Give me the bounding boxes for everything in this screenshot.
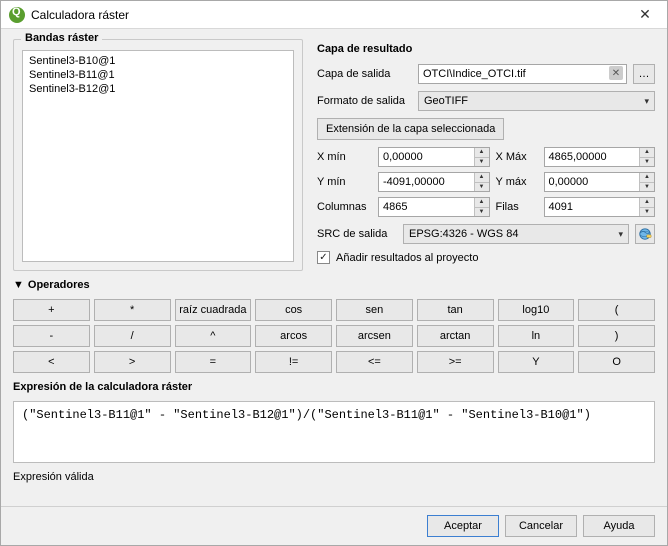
crs-value: EPSG:4326 - WGS 84	[409, 228, 518, 240]
ymin-input[interactable]: -4091,00000▲▼	[378, 172, 490, 192]
output-layer-input[interactable]: OTCI\Indice_OTCI.tif ✕	[418, 64, 627, 84]
raster-bands-list[interactable]: Sentinel3-B10@1 Sentinel3-B11@1 Sentinel…	[22, 50, 294, 262]
selected-layer-extent-button[interactable]: Extensión de la capa seleccionada	[317, 118, 504, 140]
browse-output-button[interactable]: …	[633, 64, 655, 84]
expression-input[interactable]: ("Sentinel3-B11@1" - "Sentinel3-B12@1")/…	[13, 401, 655, 463]
ok-button[interactable]: Aceptar	[427, 515, 499, 537]
operator-button[interactable]: Y	[498, 351, 575, 373]
output-format-value: GeoTIFF	[424, 95, 468, 107]
operators-title: Operadores	[28, 279, 90, 291]
output-layer-value: OTCI\Indice_OTCI.tif	[423, 68, 526, 80]
output-layer-label: Capa de salida	[317, 68, 412, 80]
app-icon	[9, 7, 25, 23]
list-item[interactable]: Sentinel3-B10@1	[23, 54, 293, 68]
titlebar: Calculadora ráster ✕	[1, 1, 667, 29]
columns-input[interactable]: 4865▲▼	[378, 197, 490, 217]
crs-picker-button[interactable]	[635, 224, 655, 244]
operator-button[interactable]: ^	[175, 325, 252, 347]
dialog-buttons: Aceptar Cancelar Ayuda	[1, 506, 667, 545]
raster-bands-group: Bandas ráster Sentinel3-B10@1 Sentinel3-…	[13, 39, 303, 271]
crs-label: SRC de salida	[317, 228, 397, 240]
xmin-input[interactable]: 0,00000▲▼	[378, 147, 490, 167]
list-item[interactable]: Sentinel3-B12@1	[23, 82, 293, 96]
operator-button[interactable]: sen	[336, 299, 413, 321]
status-text: Expresión válida	[13, 471, 655, 483]
expression-value: ("Sentinel3-B11@1" - "Sentinel3-B12@1")/…	[22, 408, 591, 422]
rows-input[interactable]: 4091▲▼	[544, 197, 656, 217]
operators-toggle[interactable]: ▼ Operadores	[13, 279, 655, 291]
operator-button[interactable]: !=	[255, 351, 332, 373]
operator-button[interactable]: )	[578, 325, 655, 347]
operator-button[interactable]: arctan	[417, 325, 494, 347]
list-item[interactable]: Sentinel3-B11@1	[23, 68, 293, 82]
raster-bands-title: Bandas ráster	[21, 32, 102, 44]
result-layer-panel: Capa de resultado Capa de salida OTCI\In…	[317, 39, 655, 271]
output-format-label: Formato de salida	[317, 95, 412, 107]
ymax-input[interactable]: 0,00000▲▼	[544, 172, 656, 192]
xmax-label: X Máx	[496, 151, 538, 163]
rows-label: Filas	[496, 201, 538, 213]
operator-button[interactable]: +	[13, 299, 90, 321]
operator-button[interactable]: <	[13, 351, 90, 373]
add-to-project-label: Añadir resultados al proyecto	[336, 252, 478, 264]
ymax-label: Y máx	[496, 176, 538, 188]
clear-output-icon[interactable]: ✕	[609, 66, 623, 80]
help-button[interactable]: Ayuda	[583, 515, 655, 537]
operator-button[interactable]: *	[94, 299, 171, 321]
window-title: Calculadora ráster	[31, 8, 625, 22]
chevron-down-icon: ▼	[13, 279, 24, 291]
columns-label: Columnas	[317, 201, 372, 213]
operator-button[interactable]: arcsen	[336, 325, 413, 347]
raster-calculator-window: Calculadora ráster ✕ Bandas ráster Senti…	[0, 0, 668, 546]
close-button[interactable]: ✕	[625, 1, 665, 29]
operator-button[interactable]: O	[578, 351, 655, 373]
operator-button[interactable]: (	[578, 299, 655, 321]
operator-button[interactable]: <=	[336, 351, 413, 373]
operator-button[interactable]: tan	[417, 299, 494, 321]
ymin-label: Y mín	[317, 176, 372, 188]
globe-icon	[638, 227, 652, 241]
operator-button[interactable]: raíz cuadrada	[175, 299, 252, 321]
operator-button[interactable]: >	[94, 351, 171, 373]
operator-button[interactable]: cos	[255, 299, 332, 321]
operator-button[interactable]: >=	[417, 351, 494, 373]
operators-grid: +*raíz cuadradacossentanlog10(-/^arcosar…	[13, 299, 655, 373]
xmin-label: X mín	[317, 151, 372, 163]
operator-button[interactable]: log10	[498, 299, 575, 321]
operator-button[interactable]: =	[175, 351, 252, 373]
result-layer-title: Capa de resultado	[317, 43, 655, 55]
add-to-project-checkbox[interactable]: ✓	[317, 251, 330, 264]
operator-button[interactable]: ln	[498, 325, 575, 347]
operator-button[interactable]: /	[94, 325, 171, 347]
output-format-select[interactable]: GeoTIFF	[418, 91, 655, 111]
content: Bandas ráster Sentinel3-B10@1 Sentinel3-…	[1, 29, 667, 506]
cancel-button[interactable]: Cancelar	[505, 515, 577, 537]
xmax-input[interactable]: 4865,00000▲▼	[544, 147, 656, 167]
expression-title: Expresión de la calculadora ráster	[13, 381, 655, 393]
operator-button[interactable]: arcos	[255, 325, 332, 347]
crs-select[interactable]: EPSG:4326 - WGS 84	[403, 224, 629, 244]
operator-button[interactable]: -	[13, 325, 90, 347]
